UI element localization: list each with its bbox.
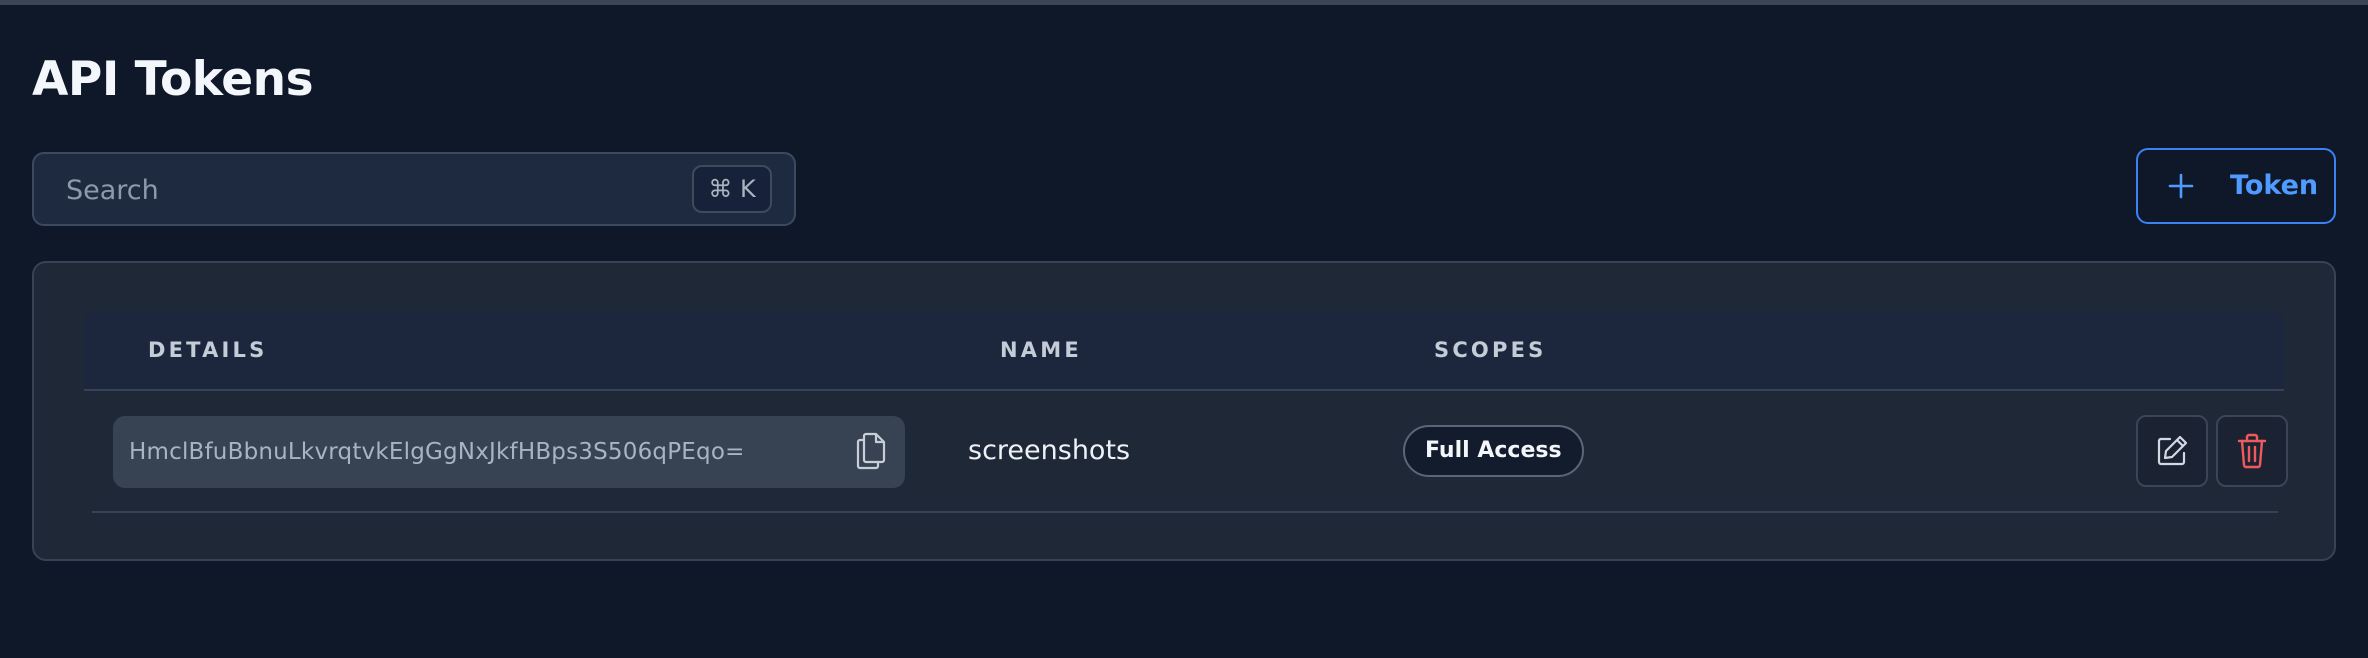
table-row: HmclBfuBbnuLkvrqtvkElgGgNxJkfHBps3S506qP… bbox=[92, 391, 2288, 513]
tokens-table-card: DETAILS NAME SCOPES HmclBfuBbnuLkvrqtvkE… bbox=[32, 261, 2336, 561]
column-header-scopes: SCOPES bbox=[1434, 338, 1547, 362]
token-name: screenshots bbox=[968, 435, 1131, 466]
table-header: DETAILS NAME SCOPES bbox=[84, 311, 2284, 391]
trash-icon bbox=[2237, 433, 2267, 469]
copy-icon[interactable] bbox=[855, 432, 887, 470]
token-value-box: HmclBfuBbnuLkvrqtvkElgGgNxJkfHBps3S506qP… bbox=[113, 416, 905, 488]
search-input[interactable] bbox=[64, 154, 688, 226]
search-shortcut-badge: ⌘ K bbox=[692, 165, 772, 213]
top-divider bbox=[0, 0, 2368, 5]
page-title: API Tokens bbox=[32, 52, 314, 107]
plus-icon bbox=[2168, 173, 2194, 199]
add-token-label: Token bbox=[2230, 170, 2319, 201]
token-value: HmclBfuBbnuLkvrqtvkElgGgNxJkfHBps3S506qP… bbox=[129, 439, 745, 465]
add-token-button[interactable]: Token bbox=[2136, 148, 2336, 224]
edit-button[interactable] bbox=[2136, 415, 2208, 487]
column-header-details: DETAILS bbox=[148, 338, 268, 362]
delete-button[interactable] bbox=[2216, 415, 2288, 487]
edit-icon bbox=[2157, 435, 2188, 466]
scope-badge: Full Access bbox=[1403, 425, 1584, 477]
column-header-name: NAME bbox=[1000, 338, 1082, 362]
search-box[interactable]: ⌘ K bbox=[32, 152, 796, 226]
